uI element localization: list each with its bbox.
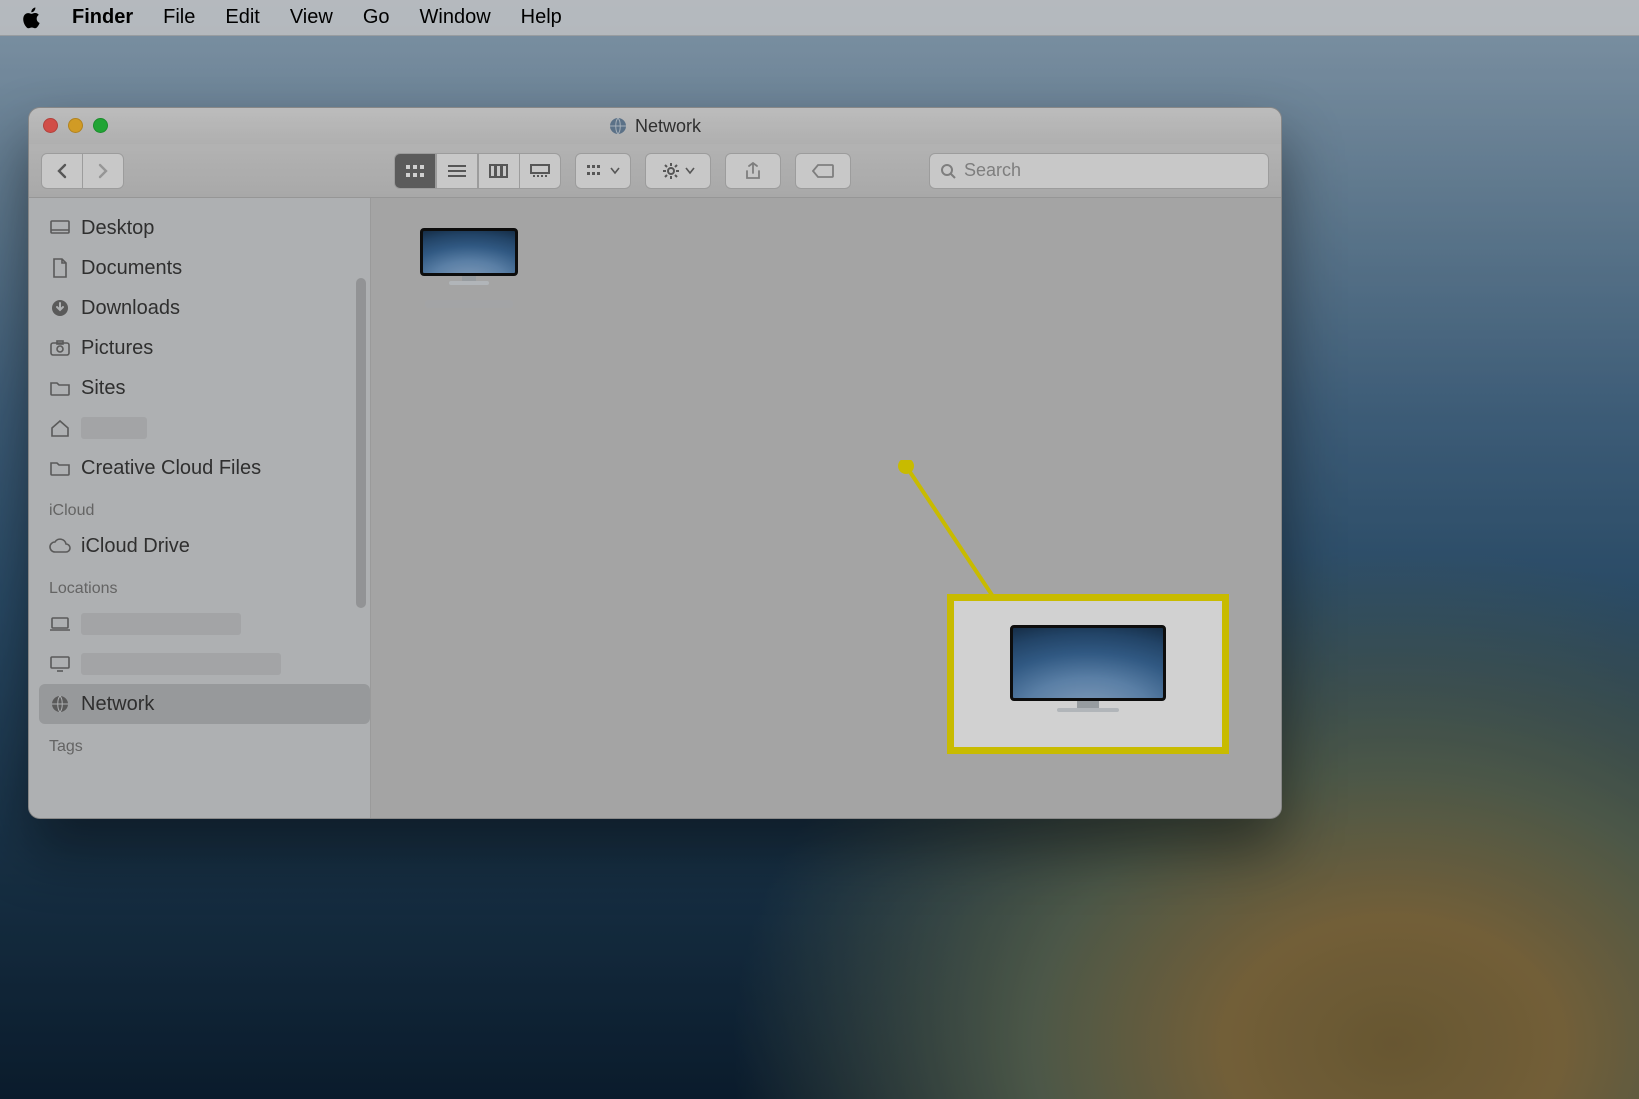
menubar-app-name[interactable]: Finder bbox=[72, 6, 133, 29]
menu-window[interactable]: Window bbox=[420, 6, 491, 29]
sidebar-item-label: iCloud Drive bbox=[81, 535, 190, 558]
sidebar-scrollbar[interactable] bbox=[356, 278, 366, 608]
chevron-down-icon bbox=[610, 167, 620, 175]
sidebar-item-label: Desktop bbox=[81, 217, 154, 240]
computer-icon bbox=[420, 228, 518, 290]
sidebar-item-label bbox=[81, 417, 147, 439]
sidebar-item-label bbox=[81, 613, 241, 635]
menu-help[interactable]: Help bbox=[521, 6, 562, 29]
cloud-icon bbox=[49, 535, 71, 557]
pictures-icon bbox=[49, 337, 71, 359]
toolbar: Search bbox=[29, 144, 1281, 198]
display-icon bbox=[49, 653, 71, 675]
nav-segment bbox=[41, 153, 124, 189]
sidebar-item-desktop[interactable]: Desktop bbox=[39, 208, 370, 248]
computer-icon bbox=[1010, 625, 1166, 723]
zoom-button[interactable] bbox=[93, 118, 108, 133]
laptop-icon bbox=[49, 613, 71, 635]
sidebar-item-documents[interactable]: Documents bbox=[39, 248, 370, 288]
sidebar-item-label: Downloads bbox=[81, 297, 180, 320]
sidebar-item-label: Documents bbox=[81, 257, 182, 280]
view-columns-button[interactable] bbox=[478, 153, 520, 189]
sidebar-item-pictures[interactable]: Pictures bbox=[39, 328, 370, 368]
tags-button[interactable] bbox=[795, 153, 851, 189]
sidebar-item-label: Creative Cloud Files bbox=[81, 457, 261, 480]
sidebar-item-label: Network bbox=[81, 693, 154, 716]
search-field[interactable]: Search bbox=[929, 153, 1269, 189]
group-by-button[interactable] bbox=[575, 153, 631, 189]
sidebar-item-creative-cloud[interactable]: Creative Cloud Files bbox=[39, 448, 370, 488]
share-icon bbox=[745, 162, 761, 180]
sidebar-group-locations: Locations bbox=[39, 566, 370, 604]
sidebar-item-downloads[interactable]: Downloads bbox=[39, 288, 370, 328]
close-button[interactable] bbox=[43, 118, 58, 133]
finder-window: Network bbox=[28, 107, 1282, 819]
menu-edit[interactable]: Edit bbox=[225, 6, 259, 29]
traffic-lights bbox=[43, 118, 108, 133]
view-gallery-button[interactable] bbox=[519, 153, 561, 189]
sidebar-group-icloud: iCloud bbox=[39, 488, 370, 526]
folder-icon bbox=[49, 457, 71, 479]
sidebar-item-label: Sites bbox=[81, 377, 125, 400]
gear-icon bbox=[662, 162, 680, 180]
menu-file[interactable]: File bbox=[163, 6, 195, 29]
desktop-icon bbox=[49, 217, 71, 239]
view-icons-button[interactable] bbox=[394, 153, 436, 189]
folder-icon bbox=[49, 377, 71, 399]
chevron-down-icon bbox=[685, 167, 695, 175]
action-menu-button[interactable] bbox=[645, 153, 711, 189]
content-area[interactable] bbox=[371, 198, 1281, 818]
network-globe-icon bbox=[609, 117, 627, 135]
sidebar-item-icloud-drive[interactable]: iCloud Drive bbox=[39, 526, 370, 566]
home-icon bbox=[49, 417, 71, 439]
view-segment bbox=[394, 153, 561, 189]
documents-icon bbox=[49, 257, 71, 279]
titlebar[interactable]: Network bbox=[29, 108, 1281, 144]
network-globe-icon bbox=[49, 693, 71, 715]
view-list-button[interactable] bbox=[436, 153, 478, 189]
menubar: Finder File Edit View Go Window Help bbox=[0, 0, 1639, 36]
search-icon bbox=[940, 163, 956, 179]
sidebar-item-label: Pictures bbox=[81, 337, 153, 360]
sidebar-item-home[interactable] bbox=[39, 408, 370, 448]
forward-button[interactable] bbox=[82, 153, 124, 189]
sidebar-item-sites[interactable]: Sites bbox=[39, 368, 370, 408]
sidebar-item-location-1[interactable] bbox=[39, 604, 370, 644]
sidebar-group-tags: Tags bbox=[39, 724, 370, 762]
sidebar: Desktop Documents Downloads Pictures Sit… bbox=[29, 198, 371, 818]
search-placeholder: Search bbox=[964, 160, 1021, 181]
sidebar-item-location-2[interactable] bbox=[39, 644, 370, 684]
menu-view[interactable]: View bbox=[290, 6, 333, 29]
apple-menu-icon[interactable] bbox=[22, 7, 42, 29]
desktop: Finder File Edit View Go Window Help Net… bbox=[0, 0, 1639, 1099]
share-button[interactable] bbox=[725, 153, 781, 189]
annotation-callout bbox=[947, 594, 1229, 754]
sidebar-item-network[interactable]: Network bbox=[39, 684, 370, 724]
menu-go[interactable]: Go bbox=[363, 6, 390, 29]
window-title: Network bbox=[635, 116, 701, 137]
network-computer-item[interactable] bbox=[389, 228, 549, 313]
minimize-button[interactable] bbox=[68, 118, 83, 133]
back-button[interactable] bbox=[41, 153, 83, 189]
network-computer-label bbox=[425, 300, 513, 308]
downloads-icon bbox=[49, 297, 71, 319]
sidebar-item-label bbox=[81, 653, 281, 675]
tag-icon bbox=[812, 164, 834, 178]
